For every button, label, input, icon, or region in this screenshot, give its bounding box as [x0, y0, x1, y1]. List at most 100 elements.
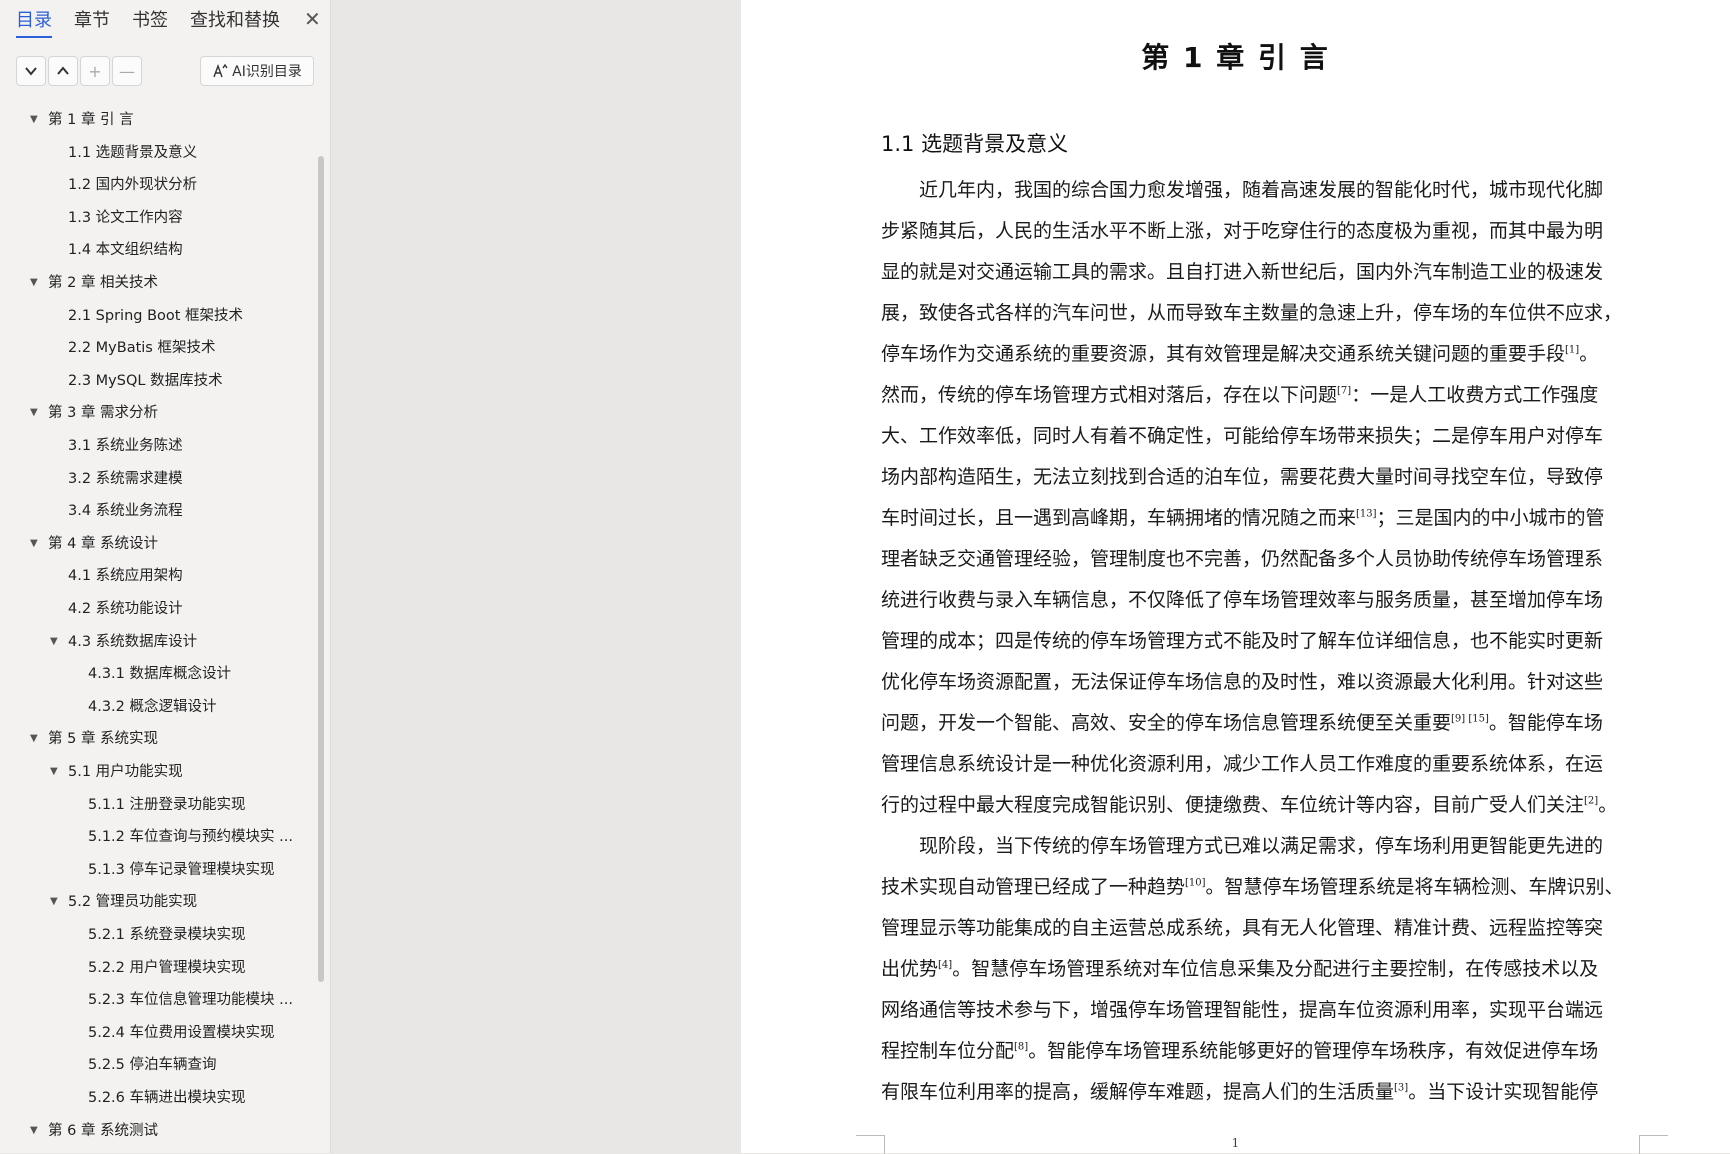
toc-item-level-2[interactable]: 5.2.1 系统登录模块实现 — [88, 923, 246, 947]
expand-caret-icon[interactable]: ▼ — [30, 271, 38, 295]
toc-item-level-0[interactable]: 第 1 章 引 言 — [48, 108, 134, 132]
toc-item-level-1[interactable]: 4.2 系统功能设计 — [68, 597, 183, 621]
toc-item-level-2[interactable]: 5.1.1 注册登录功能实现 — [88, 793, 246, 817]
toc-item-level-2[interactable]: 4.3.1 数据库概念设计 — [88, 662, 231, 686]
remove-heading-button[interactable]: — — [112, 56, 142, 86]
expand-caret-icon[interactable]: ▼ — [30, 401, 38, 425]
line-text: 网络通信等技术参与下，增强停车场管理智能性，提高车位资源利用率，实现平台端远 — [881, 999, 1604, 1021]
document-gutter — [331, 0, 741, 1153]
paragraph-line: 优化停车场资源配置，无法保证停车场信息的及时性，难以资源最大化利用。针对这些 — [881, 662, 1641, 703]
toc-item-level-1[interactable]: 1.3 论文工作内容 — [68, 206, 183, 230]
line-text: 有限车位利用率的提高，缓解停车难题，提高人们的生活质量 — [881, 1081, 1395, 1103]
paragraph-line: 步紧随其后，人民的生活水平不断上涨，对于吃穿住行的态度极为重视，而其中最为明 — [881, 211, 1641, 252]
toc-item-level-2[interactable]: 5.2.6 车辆进出模块实现 — [88, 1086, 246, 1110]
expand-caret-icon[interactable]: ▼ — [50, 760, 58, 784]
toc-item-level-2[interactable]: 4.3.2 概念逻辑设计 — [88, 695, 217, 719]
line-text: 管理信息系统设计是一种优化资源利用，减少工作人员工作难度的重要系统体系，在运 — [881, 753, 1604, 775]
line-text-after: ：一是人工收费方式工作强度 — [1351, 384, 1599, 406]
expand-all-button[interactable] — [16, 56, 46, 86]
paragraph-line: 问题，开发一个智能、高效、安全的停车场信息管理系统便至关重要[9] [15]。智… — [881, 703, 1641, 744]
citation-superscript[interactable]: [13] — [1356, 509, 1377, 520]
expand-caret-icon[interactable]: ▼ — [30, 727, 38, 751]
expand-caret-icon[interactable]: ▼ — [50, 630, 58, 654]
line-text: 问题，开发一个智能、高效、安全的停车场信息管理系统便至关重要 — [881, 712, 1452, 734]
paragraph-line: 行的过程中最大程度完成智能识别、便捷缴费、车位统计等内容，目前广受人们关注[2]… — [881, 785, 1641, 826]
citation-superscript[interactable]: [1] — [1565, 345, 1579, 356]
toc-item-level-1[interactable]: 3.1 系统业务陈述 — [68, 434, 183, 458]
toc-item-level-1[interactable]: 4.3 系统数据库设计 — [68, 630, 197, 654]
toc-item-level-1[interactable]: 5.2 管理员功能实现 — [68, 890, 197, 914]
expand-caret-icon[interactable]: ▼ — [30, 532, 38, 556]
toc-scrollbar[interactable] — [318, 156, 324, 982]
toc-item-level-0[interactable]: 第 6 章 系统测试 — [48, 1119, 158, 1143]
toc-item-level-1[interactable]: 1.1 选题背景及意义 — [68, 141, 197, 165]
line-text: 行的过程中最大程度完成智能识别、便捷缴费、车位统计等内容，目前广受人们关注 — [881, 794, 1585, 816]
toc-item-level-2[interactable]: 5.2.4 车位费用设置模块实现 — [88, 1021, 275, 1045]
collapse-all-button[interactable] — [48, 56, 78, 86]
paragraph-line: 管理的成本；四是传统的停车场管理方式不能及时了解车位详细信息，也不能实时更新 — [881, 621, 1641, 662]
tab-bookmarks[interactable]: 书签 — [132, 6, 168, 32]
toc-item-level-2[interactable]: 5.2.2 用户管理模块实现 — [88, 956, 246, 980]
ai-sparkle-icon — [213, 63, 228, 78]
toc-item-level-1[interactable]: 1.4 本文组织结构 — [68, 238, 183, 262]
citation-superscript[interactable]: [4] — [938, 960, 952, 971]
paragraph-line: 车时间过长，且一遇到高峰期，车辆拥堵的情况随之而来[13]；三是国内的中小城市的… — [881, 498, 1641, 539]
tab-toc[interactable]: 目录 — [16, 6, 52, 38]
paragraph-line: 场内部构造陌生，无法立刻找到合适的泊车位，需要花费大量时间寻找空车位，导致停 — [881, 457, 1641, 498]
ai-recognize-toc-button[interactable]: AI识别目录 — [200, 56, 314, 86]
paragraph-line: 理者缺乏交通管理经验，管理制度也不完善，仍然配备多个人员协助传统停车场管理系 — [881, 539, 1641, 580]
toc-item-level-1[interactable]: 3.4 系统业务流程 — [68, 499, 183, 523]
line-text: 管理显示等功能集成的自主运营总成系统，具有无人化管理、精准计费、远程监控等突 — [881, 917, 1604, 939]
expand-caret-icon[interactable]: ▼ — [50, 890, 58, 914]
toc-toolbar: + — AI识别目录 — [16, 56, 316, 86]
paragraph-line: 网络通信等技术参与下，增强停车场管理智能性，提高车位资源利用率，实现平台端远 — [881, 990, 1641, 1031]
document-page[interactable]: 第 1 章 引 言 1.1 选题背景及意义 近几年内，我国的综合国力愈发增强，随… — [741, 0, 1730, 1154]
expand-caret-icon[interactable]: ▼ — [30, 1119, 38, 1143]
line-text: 场内部构造陌生，无法立刻找到合适的泊车位，需要花费大量时间寻找空车位，导致停 — [881, 466, 1604, 488]
toc-item-level-1[interactable]: 4.1 系统应用架构 — [68, 564, 183, 588]
line-text: 优化停车场资源配置，无法保证停车场信息的及时性，难以资源最大化利用。针对这些 — [881, 671, 1604, 693]
toc-item-level-2[interactable]: 5.2.5 停泊车辆查询 — [88, 1053, 217, 1077]
toc-item-level-1[interactable]: 3.2 系统需求建模 — [68, 467, 183, 491]
citation-superscript[interactable]: [2] — [1584, 796, 1598, 807]
citation-superscript[interactable]: [3] — [1394, 1083, 1408, 1094]
paragraph-line: 技术实现自动管理已经成了一种趋势[10]。智慧停车场管理系统是将车辆检测、车牌识… — [881, 867, 1641, 908]
citation-superscript[interactable]: [8] — [1014, 1042, 1028, 1053]
toc-item-level-1[interactable]: 2.1 Spring Boot 框架技术 — [68, 304, 243, 328]
tab-find-replace[interactable]: 查找和替换 — [190, 6, 280, 32]
line-text: 停车场作为交通系统的重要资源，其有效管理是解决交通系统关键问题的重要手段 — [881, 343, 1566, 365]
toc-item-level-1[interactable]: 2.3 MySQL 数据库技术 — [68, 369, 223, 393]
line-text: 理者缺乏交通管理经验，管理制度也不完善，仍然配备多个人员协助传统停车场管理系 — [881, 548, 1604, 570]
add-heading-button[interactable]: + — [80, 56, 110, 86]
tab-chapters[interactable]: 章节 — [74, 6, 110, 32]
toc-item-level-0[interactable]: 第 4 章 系统设计 — [48, 532, 158, 556]
line-text-after: 。智能停车场管理系统能够更好的管理停车场秩序，有效促进停车场 — [1028, 1040, 1599, 1062]
paragraph-line: 然而，传统的停车场管理方式相对落后，存在以下问题[7]：一是人工收费方式工作强度 — [881, 375, 1641, 416]
toc-item-level-2[interactable]: 5.1.3 停车记录管理模块实现 — [88, 858, 275, 882]
toc-item-level-1[interactable]: 5.1 用户功能实现 — [68, 760, 183, 784]
toc-item-level-0[interactable]: 第 3 章 需求分析 — [48, 401, 158, 425]
expand-caret-icon[interactable]: ▼ — [30, 108, 38, 132]
paragraph-line: 管理信息系统设计是一种优化资源利用，减少工作人员工作难度的重要系统体系，在运 — [881, 744, 1641, 785]
toc-item-level-0[interactable]: 第 5 章 系统实现 — [48, 727, 158, 751]
body-text: 近几年内，我国的综合国力愈发增强，随着高速发展的智能化时代，城市现代化脚 步紧随其… — [881, 170, 1641, 1113]
paragraph-line: 有限车位利用率的提高，缓解停车难题，提高人们的生活质量[3]。当下设计实现智能停 — [881, 1072, 1641, 1113]
toc-item-level-1[interactable]: 2.2 MyBatis 框架技术 — [68, 336, 215, 360]
line-text: 出优势 — [881, 958, 939, 980]
toc-item-level-2[interactable]: 5.2.3 车位信息管理功能模块 ... — [88, 988, 293, 1012]
page-number: 1 — [1231, 1136, 1240, 1150]
citation-superscript[interactable]: [9] [15] — [1451, 714, 1489, 725]
close-icon[interactable]: ✕ — [304, 7, 321, 31]
line-text: 然而，传统的停车场管理方式相对落后，存在以下问题 — [881, 384, 1338, 406]
paragraph-line: 显的就是对交通运输工具的需求。且自打进入新世纪后，国内外汽车制造工业的极速发 — [881, 252, 1641, 293]
line-text-after: 。 — [1598, 794, 1618, 816]
citation-superscript[interactable]: [10] — [1185, 878, 1206, 889]
toc-item-level-2[interactable]: 5.1.2 车位查询与预约模块实 ... — [88, 825, 293, 849]
line-text: 展，致使各式各样的汽车问世，从而导致车主数量的急速上升，停车场的车位供不应求， — [881, 302, 1623, 324]
toc-item-level-1[interactable]: 1.2 国内外现状分析 — [68, 173, 197, 197]
citation-superscript[interactable]: [7] — [1337, 386, 1351, 397]
toc-item-level-0[interactable]: 第 2 章 相关技术 — [48, 271, 158, 295]
line-text: 显的就是对交通运输工具的需求。且自打进入新世纪后，国内外汽车制造工业的极速发 — [881, 261, 1604, 283]
line-text: 步紧随其后，人民的生活水平不断上涨，对于吃穿住行的态度极为重视，而其中最为明 — [881, 220, 1604, 242]
line-text: 大、工作效率低，同时人有着不确定性，可能给停车场带来损失；二是停车用户对停车 — [881, 425, 1604, 447]
